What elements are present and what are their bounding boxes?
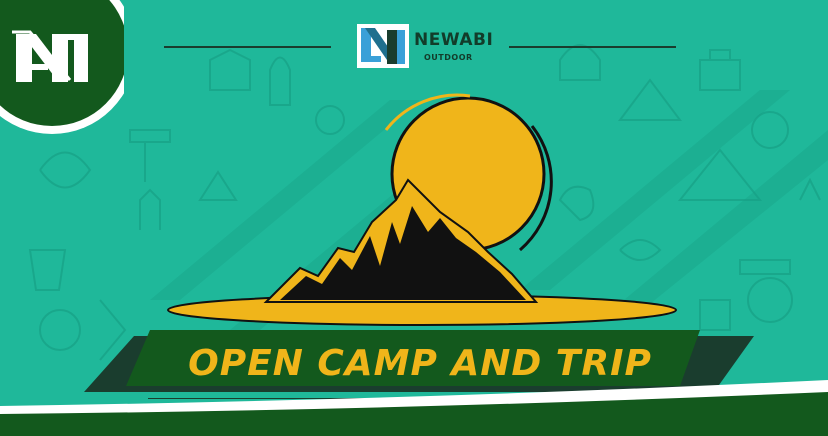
camp-banner: NEWABI OUTDOOR OPEN CAMP AND TRIP [0,0,828,436]
footer-wave-icon [0,380,828,436]
